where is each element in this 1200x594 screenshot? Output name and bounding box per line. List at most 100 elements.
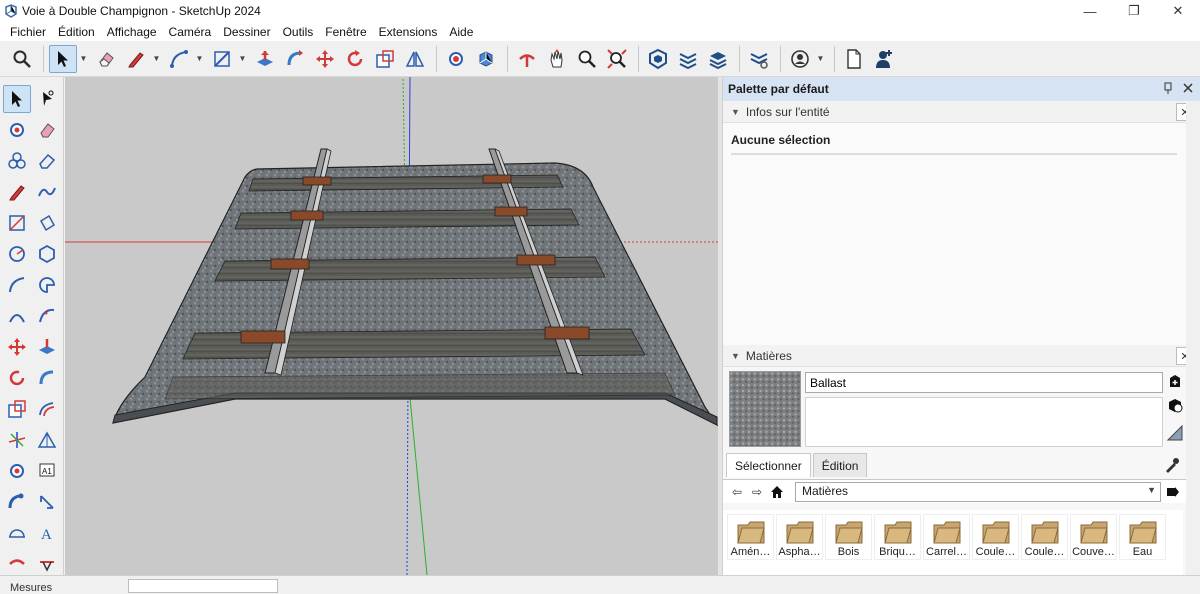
scale-icon[interactable] [371,45,399,73]
menu-dessiner[interactable]: Dessiner [217,25,276,39]
pin-icon[interactable] [1162,82,1174,94]
look-around-icon[interactable] [33,550,61,578]
material-folder-item[interactable]: Couve… [1070,514,1117,560]
mirror-icon[interactable] [401,45,429,73]
pencil-icon[interactable] [122,45,150,73]
push-pull-icon[interactable] [33,333,61,361]
rectangle-icon[interactable] [3,209,31,237]
menu-fichier[interactable]: Fichier [4,25,52,39]
arc-dropdown-icon[interactable]: ▼ [195,45,204,73]
eraser-icon[interactable] [92,45,120,73]
rectangle-icon[interactable] [208,45,236,73]
chevron-down-icon[interactable]: ▼ [731,107,740,117]
pencil-icon[interactable] [3,178,31,206]
protractor-icon[interactable] [33,426,61,454]
move-icon[interactable] [3,333,31,361]
scale-icon[interactable] [3,395,31,423]
tag-eraser-icon[interactable] [33,147,61,175]
search-icon[interactable] [8,45,36,73]
move-icon[interactable] [311,45,339,73]
material-folder-item[interactable]: Carrel… [923,514,970,560]
tray-scrollbar[interactable] [1186,101,1200,575]
layers-icon[interactable] [674,45,702,73]
zoom-icon[interactable] [573,45,601,73]
home-icon[interactable] [767,482,787,502]
paint-bucket-icon[interactable] [442,45,470,73]
walk-icon[interactable] [3,550,31,578]
offset-icon[interactable] [33,395,61,423]
select-icon[interactable] [49,44,77,73]
walk-icon[interactable] [513,45,541,73]
pan-icon[interactable] [543,45,571,73]
material-folder-item[interactable]: Eau [1119,514,1166,560]
menu-edition[interactable]: Édition [52,25,101,39]
create-material-icon[interactable] [1165,371,1185,391]
extension-icon[interactable] [745,45,773,73]
dimension-icon[interactable] [33,488,61,516]
model-canvas[interactable] [65,77,718,575]
polygon-icon[interactable] [33,240,61,268]
text-icon[interactable]: A1 [33,457,61,485]
axes-icon[interactable] [3,426,31,454]
rotate-icon[interactable] [341,45,369,73]
close-button[interactable]: ✕ [1156,0,1200,22]
menu-outils[interactable]: Outils [277,25,320,39]
new-file-icon[interactable] [840,45,868,73]
components-icon[interactable] [3,147,31,175]
tab-select[interactable]: Sélectionner [726,453,811,477]
push-pull-icon[interactable] [251,45,279,73]
circle-icon[interactable] [3,240,31,268]
menu-fenetre[interactable]: Fenêtre [319,25,372,39]
lasso-icon[interactable] [33,85,61,113]
section-plane-icon[interactable] [644,45,672,73]
close-icon[interactable] [1182,82,1194,94]
arc-icon[interactable] [3,271,31,299]
eraser-icon[interactable] [33,116,61,144]
menu-extensions[interactable]: Extensions [373,25,444,39]
follow-me-icon[interactable] [33,364,61,392]
back-icon[interactable]: ⇦ [727,482,747,502]
chevron-down-icon[interactable]: ▼ [731,351,740,361]
three-point-arc-icon[interactable] [33,302,61,330]
material-folder-item[interactable]: Amén… [727,514,774,560]
material-folder-item[interactable]: Coule… [972,514,1019,560]
freehand-icon[interactable] [33,178,61,206]
rotated-rectangle-icon[interactable] [33,209,61,237]
minimize-button[interactable]: — [1068,0,1112,22]
select-dropdown-icon[interactable]: ▼ [79,45,88,73]
materials-header[interactable]: ▼ Matières ✕ [723,345,1200,367]
material-folder-item[interactable]: Coule… [1021,514,1068,560]
entity-info-header[interactable]: ▼ Infos sur l'entité ✕ [723,101,1200,123]
menu-camera[interactable]: Caméra [163,25,218,39]
tab-edit[interactable]: Édition [812,453,868,477]
sample-paint-icon[interactable] [1164,457,1180,473]
account-icon[interactable] [786,45,814,73]
details-icon[interactable] [1163,482,1183,502]
two-point-arc-icon[interactable] [3,302,31,330]
default-material-icon[interactable] [1165,423,1185,443]
material-swatch[interactable] [729,371,801,447]
protractor-2-icon[interactable] [3,519,31,547]
arc-icon[interactable] [165,45,193,73]
material-folder-item[interactable]: Bois [825,514,872,560]
menu-affichage[interactable]: Affichage [101,25,163,39]
forward-icon[interactable]: ⇨ [747,482,767,502]
rectangle-dropdown-icon[interactable]: ▼ [238,45,247,73]
pencil-dropdown-icon[interactable]: ▼ [152,45,161,73]
orbit-icon[interactable] [472,45,500,73]
paint-bucket-icon[interactable] [3,457,31,485]
zoom-extents-icon[interactable] [603,45,631,73]
material-name-field[interactable] [805,372,1163,393]
warehouse-icon[interactable] [704,45,732,73]
3d-text-icon[interactable]: A [33,519,61,547]
select-icon[interactable] [3,85,31,113]
rotate-icon[interactable] [3,364,31,392]
maximize-button[interactable]: ❐ [1112,0,1156,22]
display-secondary-icon[interactable] [1165,395,1185,415]
material-folder-item[interactable]: Briqu… [874,514,921,560]
material-folder-item[interactable]: Aspha… [776,514,823,560]
menu-aide[interactable]: Aide [443,25,479,39]
library-select[interactable]: Matières ▼ [795,482,1161,502]
paint-icon[interactable] [3,116,31,144]
tape-measure-icon[interactable] [3,488,31,516]
